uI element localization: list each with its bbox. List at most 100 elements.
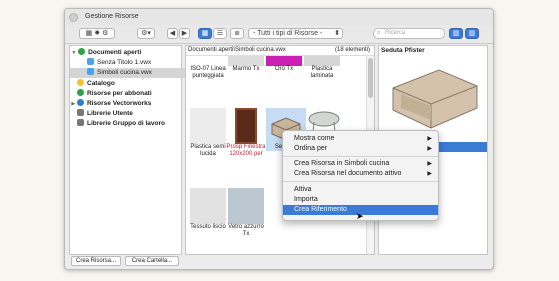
library-icon: ▦ ✸ ⚙ (85, 30, 109, 37)
sidebar-item-untitled-doc[interactable]: Senza Titolo 1.vwx (70, 58, 198, 68)
back-arrow-icon: ◀ (169, 30, 176, 37)
subscriber-icon (77, 89, 84, 96)
resource-item[interactable]: Plastica semi lucida (188, 108, 228, 158)
sidebar-item-label: Librerie Utente (87, 110, 133, 117)
menu-item-label: Attiva (294, 186, 312, 193)
menu-item-label: Crea Risorsa nel documento attivo (294, 170, 402, 177)
mouse-cursor-icon: ➤ (356, 211, 364, 221)
forward-arrow-icon: ▶ (181, 30, 188, 37)
disclosure-open-icon: ▼ (70, 50, 77, 56)
resource-type-filter[interactable]: - Tutti i tipi di Risorse - ⬍ (248, 28, 343, 39)
create-folder-button[interactable]: Crea Cartella... (125, 256, 179, 266)
sidebar-item-kitchen-symbols[interactable]: Simboli cucina.vwx (70, 68, 198, 78)
dashed-line-thumbnail (190, 56, 226, 66)
resource-label: Tessuto liscio (190, 224, 226, 230)
resource-label: Vetro azzurro Tx (228, 224, 264, 237)
preview-title: Seduta Pfister (381, 47, 425, 54)
resource-label: Plastica laminata (310, 66, 334, 79)
sidebar-item-workgroup-libraries[interactable]: Librerie Gruppo di lavoro (70, 119, 188, 129)
blue-glass-thumbnail (228, 188, 264, 224)
search-icon: ⌕ (377, 30, 381, 36)
menu-item-label: Crea Riferimento (294, 206, 347, 213)
resource-item[interactable]: Plastica laminata (302, 56, 342, 80)
menu-item-create-in-kitchen-symbols[interactable]: Crea Risorsa in Simboli cucina ▶ (283, 159, 438, 169)
submenu-arrow-icon: ▶ (427, 136, 432, 142)
star-icon (77, 79, 84, 86)
sidebar-item-catalog[interactable]: Catalogo (70, 79, 188, 89)
semi-gloss-thumbnail (190, 108, 226, 144)
globe-icon (78, 48, 86, 55)
scrollbar-thumb[interactable] (368, 58, 373, 98)
resource-item[interactable]: Oro Tx (264, 56, 304, 73)
submenu-arrow-icon: ▶ (427, 161, 432, 167)
resource-item[interactable]: Tessuto liscio (188, 188, 228, 231)
submenu-arrow-icon: ▶ (427, 171, 432, 177)
disclosure-closed-icon: ▶ (70, 101, 76, 107)
resource-item[interactable]: Vetro azzurro Tx (226, 188, 266, 238)
document-icon (87, 58, 94, 65)
sidebar-item-label: Librerie Gruppo di lavoro (87, 120, 166, 127)
item-count: (18 elementi) (334, 47, 370, 53)
menu-item-sort-by[interactable]: Ordina per ▶ (283, 144, 438, 154)
toolbar: ▦ ✸ ⚙ ⚙▾ ◀ ▶ ▦ ☰ ≣ - Tutti i tipi di Ris… (65, 25, 493, 44)
sidebar-item-label: Simboli cucina.vwx (97, 69, 152, 76)
resource-label: ISO-07 Linea punteggiata (190, 66, 226, 79)
search-field[interactable]: ⌕ Ricerca (373, 28, 445, 39)
menu-item-activate[interactable]: Attiva (283, 185, 438, 195)
users-icon (77, 109, 84, 116)
menu-item-label: Ordina per (294, 145, 328, 152)
close-window-button[interactable] (69, 13, 78, 22)
sidebar-item-label: Senza Titolo 1.vwx (97, 59, 152, 66)
back-button[interactable]: ◀ (167, 28, 178, 39)
grid-view-button[interactable]: ▦ (198, 28, 212, 39)
menu-item-show-as[interactable]: Mostra come ▶ (283, 134, 438, 144)
details-view-icon: ≣ (234, 30, 240, 37)
sidebar-item-vectorworks-resources[interactable]: ▶ Risorse Vectorworks (70, 99, 181, 109)
gear-menu-button[interactable]: ⚙▾ (137, 28, 155, 39)
sidebar-item-label: Risorse per abbonati (87, 90, 152, 97)
forward-button[interactable]: ▶ (179, 28, 190, 39)
browser-header: Documenti aperti\Simboli cucina.vwx (18 … (186, 46, 374, 56)
create-resource-button[interactable]: Crea Risorsa... (71, 256, 121, 266)
sidebar-item-subscriber-resources[interactable]: Risorse per abbonati (70, 89, 188, 99)
context-menu: Mostra come ▶ Ordina per ▶ Crea Risorsa … (282, 130, 439, 221)
sidebar-item-label: Risorse Vectorworks (87, 100, 152, 107)
library-icons-button[interactable]: ▦ ✸ ⚙ (79, 28, 115, 39)
list-view-icon: ☰ (216, 30, 224, 37)
document-icon (87, 68, 94, 75)
details-view-button[interactable]: ≣ (230, 28, 244, 39)
menu-separator (283, 181, 438, 182)
browser-path: Documenti aperti\Simboli cucina.vwx (188, 47, 286, 53)
fabric-thumbnail (190, 188, 226, 224)
library-sidebar: ▼ Documenti aperti Senza Titolo 1.vwx Si… (69, 45, 198, 255)
resource-item[interactable]: Prosp Finestra 120x200 per (226, 108, 266, 158)
sidebar-item-open-documents[interactable]: ▼ Documenti aperti (70, 48, 181, 58)
window-title: Gestione Risorse (85, 13, 139, 20)
resource-label: Plastica semi lucida (190, 144, 226, 157)
menu-item-label: Mostra come (294, 135, 335, 142)
vectorworks-icon (77, 99, 85, 106)
menu-item-label: Crea Risorsa in Simboli cucina (294, 160, 390, 167)
sidebar-item-label: Catalogo (87, 80, 115, 87)
gold-swatch-thumbnail (266, 56, 302, 66)
chevron-down-icon: ⬍ (334, 30, 340, 37)
menu-item-create-in-active-document[interactable]: Crea Risorsa nel documento attivo ▶ (283, 169, 438, 179)
gear-icon: ⚙▾ (141, 30, 151, 37)
sidebar-item-user-libraries[interactable]: Librerie Utente (70, 109, 188, 119)
resource-item[interactable]: ISO-07 Linea punteggiata (188, 56, 228, 80)
list-view-button[interactable]: ☰ (213, 28, 227, 39)
resource-label: Marmo Tx (232, 66, 260, 72)
menu-separator (283, 156, 438, 157)
resource-label: Prosp Finestra 120x200 per (226, 144, 266, 157)
panel-left-button[interactable]: ▥ (449, 28, 463, 39)
panel-left-icon: ▥ (452, 30, 460, 37)
panel-right-button[interactable]: ▥ (465, 28, 479, 39)
title-bar: Gestione Risorse (65, 9, 493, 25)
window-symbol-thumbnail (235, 108, 257, 144)
panel-right-icon: ▥ (468, 30, 476, 37)
menu-item-import[interactable]: Importa (283, 195, 438, 205)
armchair-preview-image (387, 58, 483, 134)
grid-view-icon: ▦ (201, 30, 209, 37)
resource-item[interactable]: Marmo Tx (226, 56, 266, 73)
resource-label: Oro Tx (274, 66, 294, 72)
